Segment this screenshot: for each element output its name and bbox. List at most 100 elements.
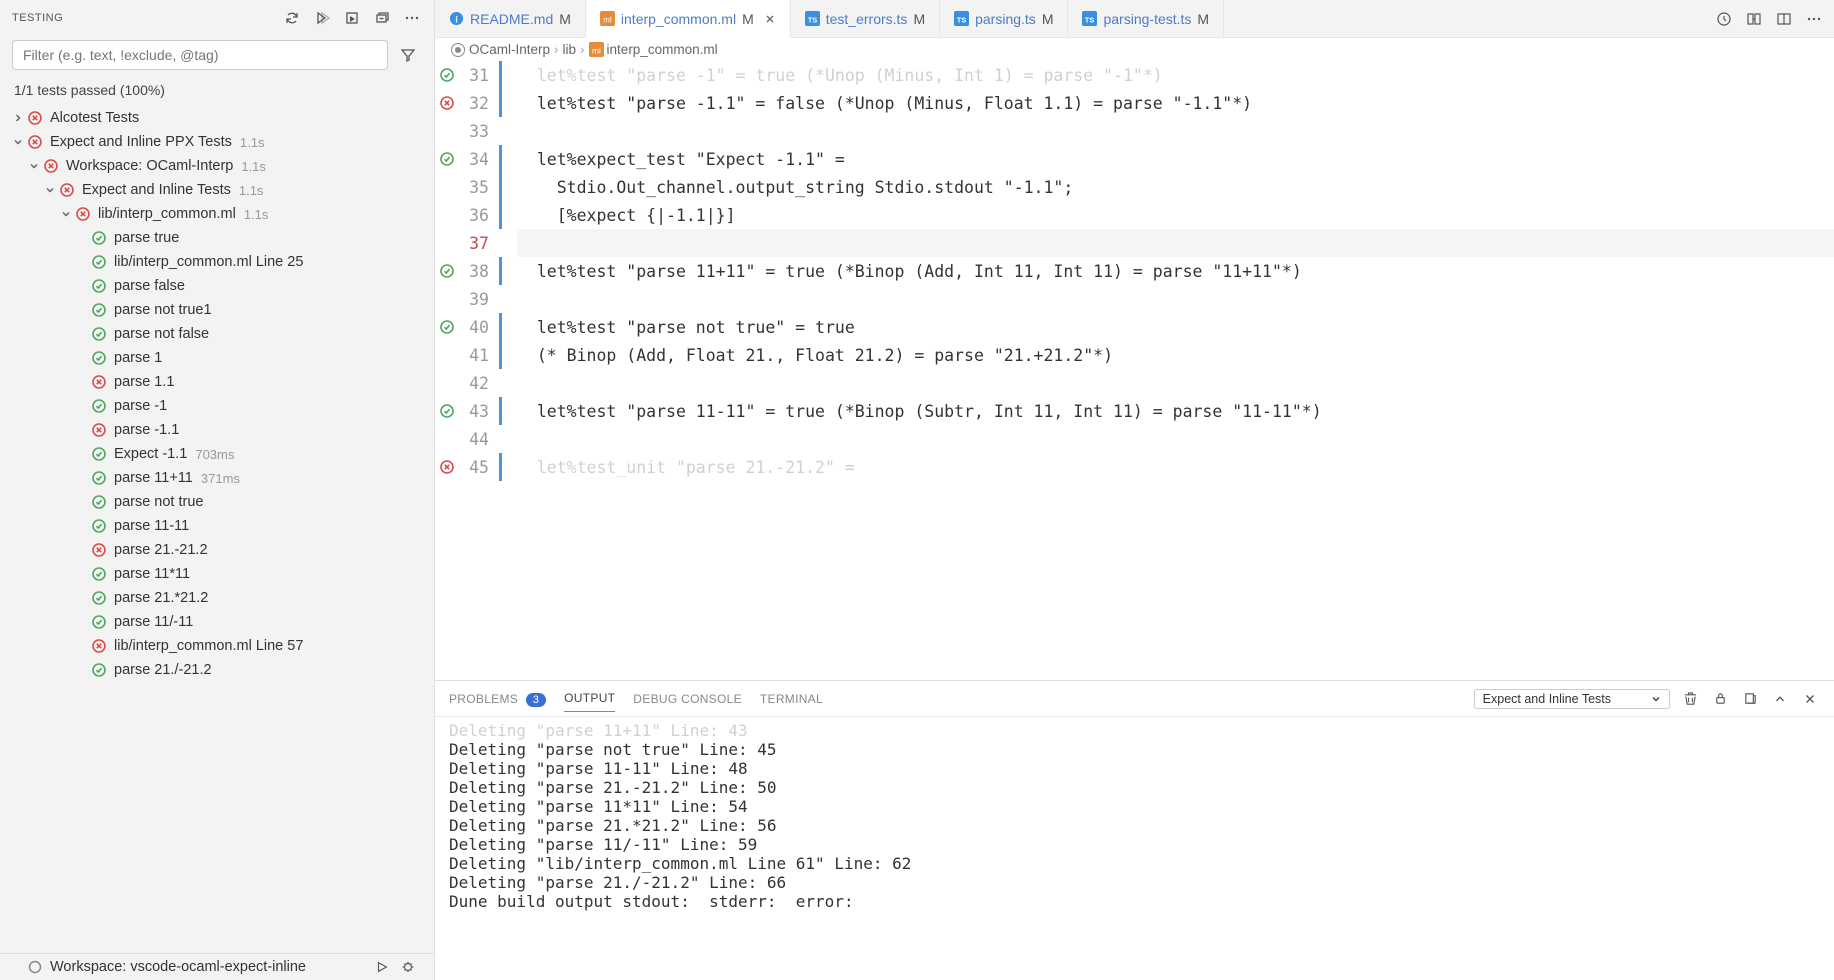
breadcrumb-radio-icon <box>451 43 465 57</box>
tree-item[interactable]: parse -1 <box>0 394 434 418</box>
breadcrumb[interactable]: OCaml-Interp › lib › ml interp_common.ml <box>435 38 1834 61</box>
code-line[interactable]: let%test_unit "parse 21.-21.2" = <box>517 453 1834 481</box>
chevron-up-icon[interactable] <box>1770 689 1790 709</box>
tab-terminal[interactable]: TERMINAL <box>760 686 823 712</box>
svg-text:TS: TS <box>1085 15 1095 24</box>
tree-item[interactable]: parse 1 <box>0 346 434 370</box>
split-editor-icon[interactable] <box>1774 9 1794 29</box>
gutter-status-icon <box>435 95 459 111</box>
line-number: 33 <box>459 122 495 141</box>
line-number: 38 <box>459 262 495 281</box>
tree-item[interactable]: parse 21./-21.2 <box>0 658 434 682</box>
open-log-icon[interactable] <box>1740 689 1760 709</box>
editor-tab[interactable]: iREADME.mdM <box>435 0 586 37</box>
lock-scroll-icon[interactable] <box>1710 689 1730 709</box>
tree-item[interactable]: lib/interp_common.ml Line 57 <box>0 634 434 658</box>
run-all-icon[interactable] <box>312 8 332 28</box>
tree-item[interactable]: Workspace: OCaml-Interp1.1s <box>0 154 434 178</box>
close-panel-icon[interactable] <box>1800 689 1820 709</box>
history-icon[interactable] <box>1714 9 1734 29</box>
code-line[interactable]: let%test "parse 11+11" = true (*Binop (A… <box>517 257 1834 285</box>
code-line[interactable]: let%test "parse not true" = true <box>517 313 1834 341</box>
tree-bottom-item[interactable]: Workspace: vscode-ocaml-expect-inline <box>0 953 434 980</box>
gutter-status-icon <box>435 151 459 167</box>
code-line[interactable] <box>517 285 1834 313</box>
debug-all-icon[interactable] <box>342 8 362 28</box>
debug-icon[interactable] <box>398 957 418 977</box>
status-icon <box>90 421 108 439</box>
tree-item[interactable]: parse 11+11371ms <box>0 466 434 490</box>
tree-item[interactable]: Expect -1.1703ms <box>0 442 434 466</box>
tree-label: parse -1.1 <box>114 422 179 438</box>
tab-debug-console[interactable]: DEBUG CONSOLE <box>633 686 742 712</box>
tree-item[interactable]: parse 21.*21.2 <box>0 586 434 610</box>
code-line[interactable]: let%test "parse -1" = true (*Unop (Minus… <box>517 61 1834 89</box>
tab-problems[interactable]: PROBLEMS 3 <box>449 686 546 712</box>
editor-tab[interactable]: TSparsing-test.tsM <box>1068 0 1224 37</box>
tree-item[interactable]: parse 11/-11 <box>0 610 434 634</box>
tree-item[interactable]: parse not true1 <box>0 298 434 322</box>
tab-label: test_errors.ts <box>826 11 908 27</box>
editor-tab[interactable]: mlinterp_common.mlM <box>586 0 791 38</box>
line-number: 36 <box>459 206 495 225</box>
clear-output-icon[interactable] <box>1680 689 1700 709</box>
run-icon[interactable] <box>372 957 392 977</box>
tree-label: lib/interp_common.ml <box>98 206 236 222</box>
output-channel-selector[interactable]: Expect and Inline Tests <box>1474 689 1670 709</box>
tree-item[interactable]: Expect and Inline PPX Tests1.1s <box>0 130 434 154</box>
code-line[interactable]: let%test "parse 11-11" = true (*Binop (S… <box>517 397 1834 425</box>
tree-item[interactable]: parse not true <box>0 490 434 514</box>
filter-icon[interactable] <box>394 40 422 70</box>
tree-item[interactable]: parse false <box>0 274 434 298</box>
editor-gutter: 313233343536373839404142434445 <box>435 61 505 680</box>
tree-item[interactable]: lib/interp_common.ml Line 25 <box>0 250 434 274</box>
tree-item[interactable]: Alcotest Tests <box>0 106 434 130</box>
code-line[interactable]: (* Binop (Add, Float 21., Float 21.2) = … <box>517 341 1834 369</box>
sidebar-header: TESTING <box>0 0 434 36</box>
code-line[interactable] <box>517 229 1834 257</box>
panel-tabs: PROBLEMS 3 OUTPUT DEBUG CONSOLE TERMINAL… <box>435 681 1834 717</box>
close-tab-icon[interactable] <box>764 13 776 25</box>
gutter-status-icon <box>435 263 459 279</box>
testing-sidebar: TESTING 1/1 tests passed (100%) Alcotest <box>0 0 435 980</box>
code-line[interactable]: let%expect_test "Expect -1.1" = <box>517 145 1834 173</box>
status-icon <box>74 205 92 223</box>
tree-item[interactable]: parse -1.1 <box>0 418 434 442</box>
tree-item[interactable]: Expect and Inline Tests1.1s <box>0 178 434 202</box>
tree-item[interactable]: lib/interp_common.ml1.1s <box>0 202 434 226</box>
gutter-status-icon <box>435 403 459 419</box>
tree-item[interactable]: parse 21.-21.2 <box>0 538 434 562</box>
sidebar-title: TESTING <box>12 12 282 24</box>
code-line[interactable]: let%test "parse -1.1" = false (*Unop (Mi… <box>517 89 1834 117</box>
tree-item[interactable]: parse 11*11 <box>0 562 434 586</box>
editor-tab[interactable]: TStest_errors.tsM <box>791 0 940 37</box>
editor-tab[interactable]: TSparsing.tsM <box>940 0 1068 37</box>
status-icon <box>90 517 108 535</box>
refresh-icon[interactable] <box>282 8 302 28</box>
line-number: 43 <box>459 402 495 421</box>
tree-label: parse 11*11 <box>114 566 190 582</box>
line-number: 34 <box>459 150 495 169</box>
tree-item[interactable]: parse true <box>0 226 434 250</box>
code-line[interactable] <box>517 425 1834 453</box>
tree-item[interactable]: parse 11-11 <box>0 514 434 538</box>
code-line[interactable]: [%expect {|-1.1|}] <box>517 201 1834 229</box>
editor[interactable]: 313233343536373839404142434445 let%test … <box>435 61 1834 680</box>
more-icon[interactable] <box>1804 9 1824 29</box>
modified-indicator: M <box>1042 11 1054 27</box>
code-line[interactable] <box>517 369 1834 397</box>
more-icon[interactable] <box>402 8 422 28</box>
compare-icon[interactable] <box>1744 9 1764 29</box>
tree-item[interactable]: parse not false <box>0 322 434 346</box>
tab-output[interactable]: OUTPUT <box>564 685 615 712</box>
tab-label: README.md <box>470 11 553 27</box>
code-line[interactable]: Stdio.Out_channel.output_string Stdio.st… <box>517 173 1834 201</box>
panel-output[interactable]: Deleting "parse 11+11" Line: 43Deleting … <box>435 717 1834 980</box>
collapse-all-icon[interactable] <box>372 8 392 28</box>
editor-code[interactable]: let%test "parse -1" = true (*Unop (Minus… <box>505 61 1834 680</box>
line-number: 31 <box>459 66 495 85</box>
tree-item[interactable]: parse 1.1 <box>0 370 434 394</box>
filter-input[interactable] <box>12 40 388 70</box>
code-line[interactable] <box>517 117 1834 145</box>
status-icon <box>42 157 60 175</box>
